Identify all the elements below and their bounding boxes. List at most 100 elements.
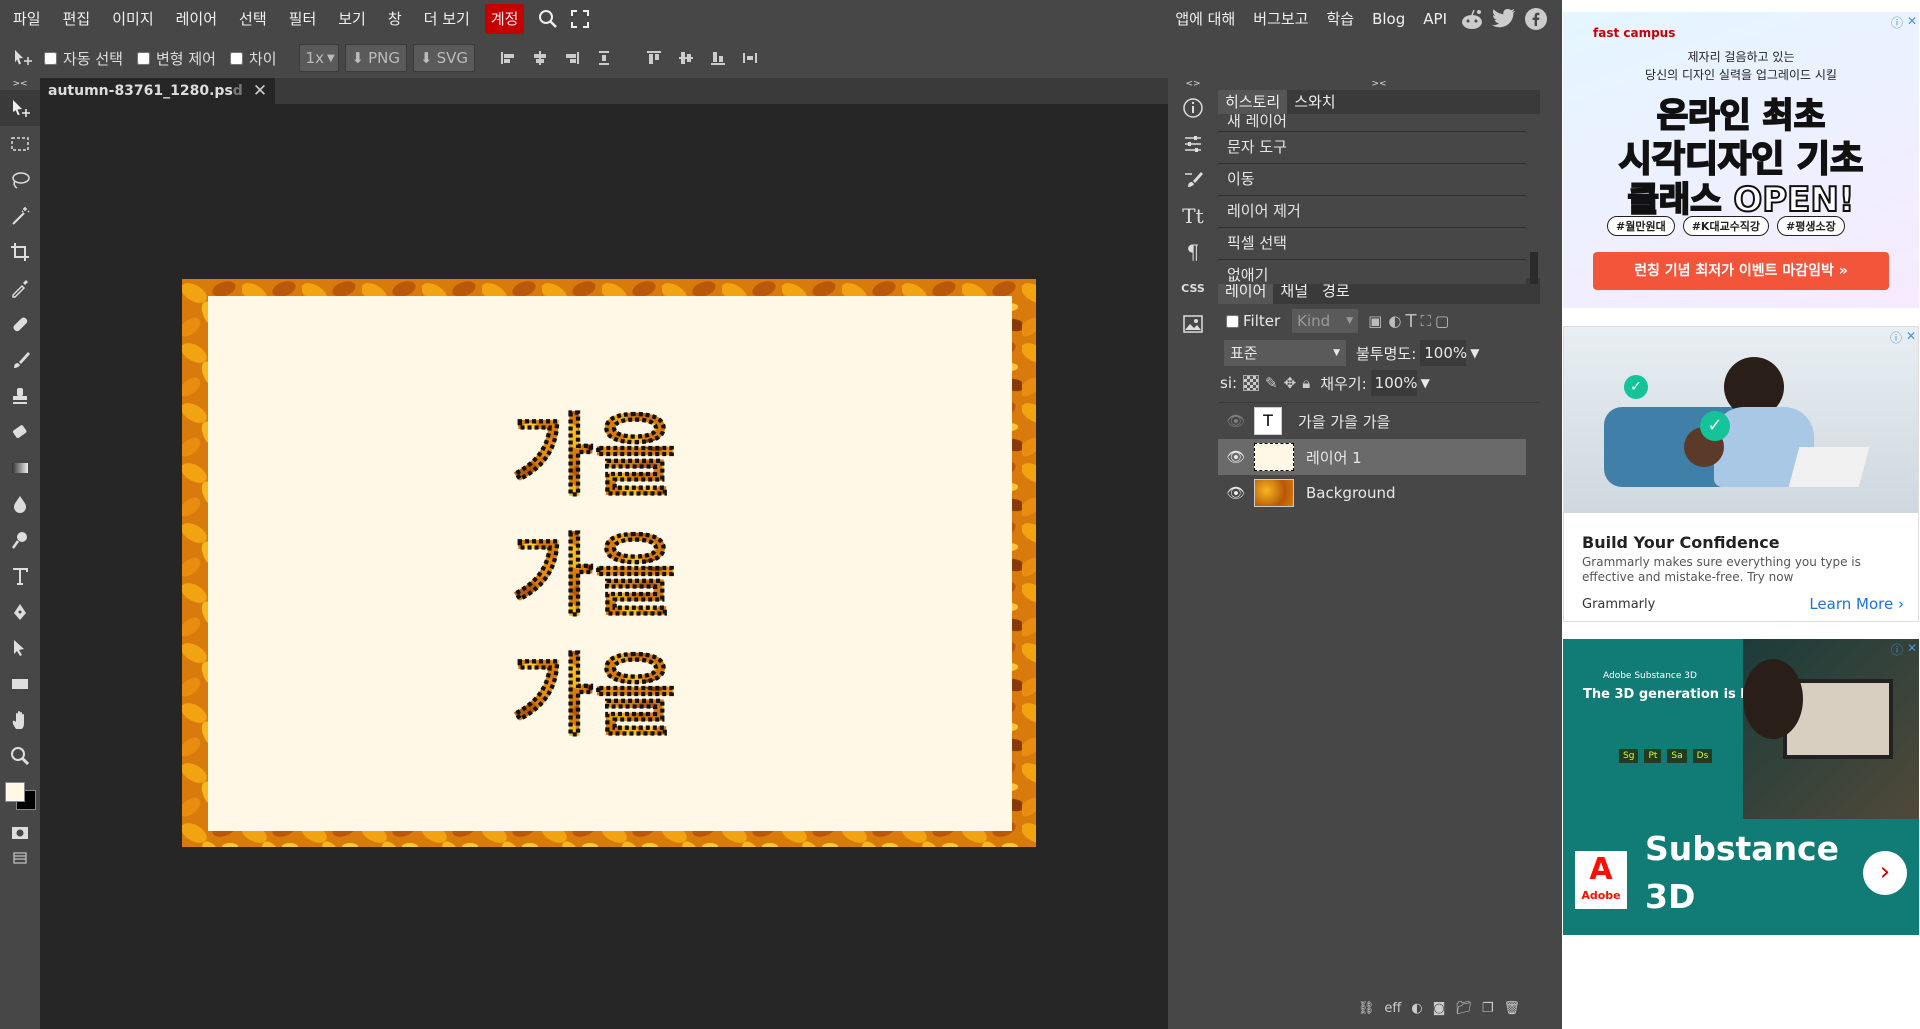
move-tool[interactable] <box>0 90 40 126</box>
marquee-tool[interactable] <box>0 126 40 162</box>
filter-shape-icon[interactable]: ⛶ <box>1420 312 1431 330</box>
lock-all-icon[interactable]: 🔒︎ <box>1302 374 1310 392</box>
history-item[interactable]: 이동 <box>1218 164 1526 196</box>
align-right-icon[interactable] <box>561 47 583 69</box>
menu-edit[interactable]: 편집 <box>52 4 102 34</box>
menu-account[interactable]: 계정 <box>484 4 525 34</box>
screen-mode-icon[interactable] <box>0 848 40 868</box>
layer-filter-checkbox[interactable] <box>1226 314 1239 328</box>
history-item[interactable]: 레이어 제거 <box>1218 196 1526 228</box>
eye-icon[interactable]: 👁︎ <box>1218 448 1254 466</box>
ad-cta-button[interactable]: 런칭 기념 최저가 이벤트 마감임박 » <box>1593 252 1889 290</box>
facebook-icon[interactable] <box>1520 4 1552 34</box>
foreground-color-swatch[interactable] <box>5 782 25 802</box>
link-layers-icon[interactable]: ⛓ <box>1358 1001 1375 1016</box>
ad-close-icon[interactable]: ✕ <box>1907 641 1917 655</box>
healing-brush-tool[interactable] <box>0 306 40 342</box>
clone-stamp-tool[interactable] <box>0 378 40 414</box>
adjustment-layer-icon[interactable]: ◐ <box>1411 1001 1422 1016</box>
fullscreen-icon[interactable] <box>564 4 596 34</box>
blur-tool[interactable] <box>0 486 40 522</box>
menu-select[interactable]: 선택 <box>228 4 278 34</box>
crop-tool[interactable] <box>0 234 40 270</box>
menu-file[interactable]: 파일 <box>2 4 52 34</box>
ad-substance[interactable]: Adobe Substance 3D The 3D generation is … <box>1563 639 1919 935</box>
reddit-icon[interactable] <box>1456 4 1488 34</box>
quick-mask-icon[interactable] <box>0 818 40 848</box>
layer-row-background[interactable]: 👁︎ Background <box>1218 475 1526 511</box>
auto-select-checkbox[interactable] <box>44 51 57 65</box>
distances-option[interactable]: 차이 <box>229 48 277 69</box>
menu-more[interactable]: 더 보기 <box>413 4 481 34</box>
ad-info-icon[interactable]: ⓘ <box>1891 14 1903 31</box>
fill-dropdown-icon[interactable]: ▼ <box>1421 376 1430 390</box>
history-scrollbar[interactable] <box>1530 252 1538 284</box>
kind-select[interactable]: Kind ▼ <box>1292 309 1359 333</box>
align-top-icon[interactable] <box>643 47 665 69</box>
lock-position-icon[interactable]: ✥ <box>1284 374 1297 392</box>
css-icon[interactable]: CSS <box>1168 270 1218 306</box>
eye-icon[interactable]: 👁︎ <box>1218 412 1254 430</box>
collapse-toolbar-icon[interactable]: >< <box>0 78 40 90</box>
character-icon[interactable]: Tt <box>1168 198 1218 234</box>
new-layer-icon[interactable]: ❐ <box>1482 1001 1494 1016</box>
opacity-input[interactable]: 100% <box>1420 340 1467 366</box>
ad-grammarly[interactable]: ✓ ✓ Build Your Confidence Grammarly make… <box>1563 326 1919 622</box>
menu-window[interactable]: 창 <box>377 4 413 34</box>
brush-settings-icon[interactable] <box>1168 162 1218 198</box>
align-middle-icon[interactable] <box>675 47 697 69</box>
menu-filter[interactable]: 필터 <box>278 4 328 34</box>
add-mask-icon[interactable]: ◙ <box>1433 1001 1446 1016</box>
zoom-tool[interactable] <box>0 738 40 774</box>
zoom-select[interactable]: 1x ▼ <box>298 44 339 72</box>
pen-tool[interactable] <box>0 594 40 630</box>
info-icon[interactable] <box>1168 90 1218 126</box>
lasso-tool[interactable] <box>0 162 40 198</box>
layer-row-layer1[interactable]: 👁︎ 레이어 1 <box>1218 439 1526 475</box>
tab-history[interactable]: 히스토리 <box>1218 90 1288 114</box>
menu-layer[interactable]: 레이어 <box>165 4 228 34</box>
new-group-icon[interactable]: 📁︎ <box>1455 1001 1472 1016</box>
filter-adjust-icon[interactable]: ◐ <box>1388 312 1401 330</box>
image-icon[interactable] <box>1168 306 1218 342</box>
ad-info-icon[interactable]: ⓘ <box>1891 641 1903 658</box>
history-item[interactable]: 픽셀 선택 <box>1218 228 1526 260</box>
lock-image-icon[interactable]: ✎ <box>1265 374 1278 392</box>
hand-tool[interactable] <box>0 702 40 738</box>
menu-learn[interactable]: 학습 <box>1317 4 1363 34</box>
history-item[interactable]: 문자 도구 <box>1218 132 1526 164</box>
filter-pixel-icon[interactable]: ▣ <box>1368 312 1382 330</box>
filter-type-icon[interactable]: T <box>1405 311 1416 332</box>
transform-controls-checkbox[interactable] <box>136 51 150 65</box>
menu-blog[interactable]: Blog <box>1363 4 1414 34</box>
eraser-tool[interactable] <box>0 414 40 450</box>
opacity-dropdown-icon[interactable]: ▼ <box>1470 346 1479 360</box>
distances-checkbox[interactable] <box>229 51 243 65</box>
collapse-strip-icon[interactable]: <> <box>1168 78 1218 90</box>
layer-row-text[interactable]: 👁︎ T 가을 가을 가을 <box>1218 403 1526 439</box>
type-tool[interactable] <box>0 558 40 594</box>
align-center-h-icon[interactable] <box>529 47 551 69</box>
adjustments-icon[interactable] <box>1168 126 1218 162</box>
rectangle-tool[interactable] <box>0 666 40 702</box>
ad-learn-more-button[interactable]: Learn More › <box>1809 595 1904 613</box>
ad-fastcampus[interactable]: fast campus 제자리 걸음하고 있는 당신의 디자인 실력을 업그레이… <box>1563 12 1919 308</box>
layer-effects-button[interactable]: eff <box>1384 1001 1401 1016</box>
search-icon[interactable] <box>532 4 564 34</box>
export-svg-button[interactable]: ⬇ SVG <box>413 44 475 72</box>
align-left-icon[interactable] <box>497 47 519 69</box>
align-bottom-icon[interactable] <box>707 47 729 69</box>
image-canvas[interactable]: 가을 가을 가을 <box>182 279 1036 847</box>
lock-transparency-icon[interactable] <box>1243 375 1260 391</box>
dodge-tool[interactable] <box>0 522 40 558</box>
history-item[interactable]: 없애기 <box>1218 260 1526 284</box>
magic-wand-tool[interactable] <box>0 198 40 234</box>
eye-icon[interactable]: 👁︎ <box>1218 484 1254 502</box>
distribute-h-icon[interactable] <box>593 47 615 69</box>
brush-tool[interactable] <box>0 342 40 378</box>
menu-view[interactable]: 보기 <box>327 4 377 34</box>
delete-layer-icon[interactable]: 🗑︎ <box>1503 1001 1520 1016</box>
close-tab-icon[interactable]: ✕ <box>253 78 267 104</box>
transform-controls-option[interactable]: 변형 제어 <box>136 48 216 69</box>
twitter-icon[interactable] <box>1488 4 1520 34</box>
